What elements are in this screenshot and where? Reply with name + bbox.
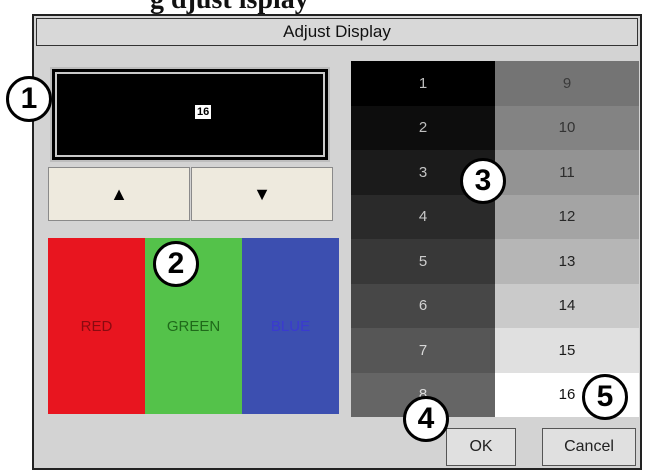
arrow-up-icon: ▲ (110, 183, 128, 204)
level-cell-6[interactable]: 6 (351, 283, 495, 328)
level-cell-11[interactable]: 11 (495, 150, 639, 195)
level-cell-10[interactable]: 10 (495, 105, 639, 150)
grayscale-level-grid: 1 2 3 4 5 6 7 8 9 10 11 12 13 14 15 16 (351, 61, 639, 417)
red-swatch[interactable]: RED (48, 238, 145, 414)
decrease-button[interactable]: ▼ (191, 167, 333, 221)
callout-5: 5 (582, 374, 628, 420)
level-label: 5 (418, 252, 428, 270)
level-cell-2[interactable]: 2 (351, 105, 495, 150)
callout-2: 2 (153, 241, 199, 287)
level-label: 4 (418, 208, 428, 226)
level-label: 1 (418, 74, 428, 92)
color-preview-box: 16 (50, 67, 330, 162)
cancel-button[interactable]: Cancel (542, 428, 636, 466)
level-label: 15 (558, 341, 576, 359)
callout-1: 1 (6, 76, 52, 122)
ok-button[interactable]: OK (446, 428, 516, 466)
level-label: 13 (558, 252, 576, 270)
arrow-down-icon: ▼ (253, 183, 271, 204)
callout-3: 3 (460, 158, 506, 204)
green-swatch-label: GREEN (166, 317, 221, 335)
level-cell-12[interactable]: 12 (495, 194, 639, 239)
level-label: 3 (418, 163, 428, 181)
blue-swatch[interactable]: BLUE (242, 238, 339, 414)
level-label: 9 (562, 74, 572, 92)
level-cell-13[interactable]: 13 (495, 239, 639, 284)
level-label: 10 (558, 119, 576, 137)
level-cell-9[interactable]: 9 (495, 61, 639, 106)
level-label: 7 (418, 341, 428, 359)
level-label: 2 (418, 119, 428, 137)
level-cell-5[interactable]: 5 (351, 239, 495, 284)
level-label: 16 (558, 386, 576, 404)
callout-4: 4 (403, 396, 449, 442)
level-label: 14 (558, 297, 576, 315)
level-label: 6 (418, 297, 428, 315)
preview-value: 16 (195, 105, 212, 119)
level-cell-7[interactable]: 7 (351, 328, 495, 373)
adjust-display-window: Adjust Display 16 ▲ ▼ RED GREEN BLUE 123… (32, 14, 642, 470)
level-label: 11 (559, 163, 575, 181)
blue-swatch-label: BLUE (270, 317, 311, 335)
window-title: Adjust Display (36, 18, 638, 46)
red-swatch-label: RED (80, 317, 113, 335)
increase-button[interactable]: ▲ (48, 167, 190, 221)
level-cell-14[interactable]: 14 (495, 283, 639, 328)
level-cell-15[interactable]: 15 (495, 328, 639, 373)
level-cell-1[interactable]: 1 (351, 61, 495, 106)
level-label: 12 (558, 208, 576, 226)
